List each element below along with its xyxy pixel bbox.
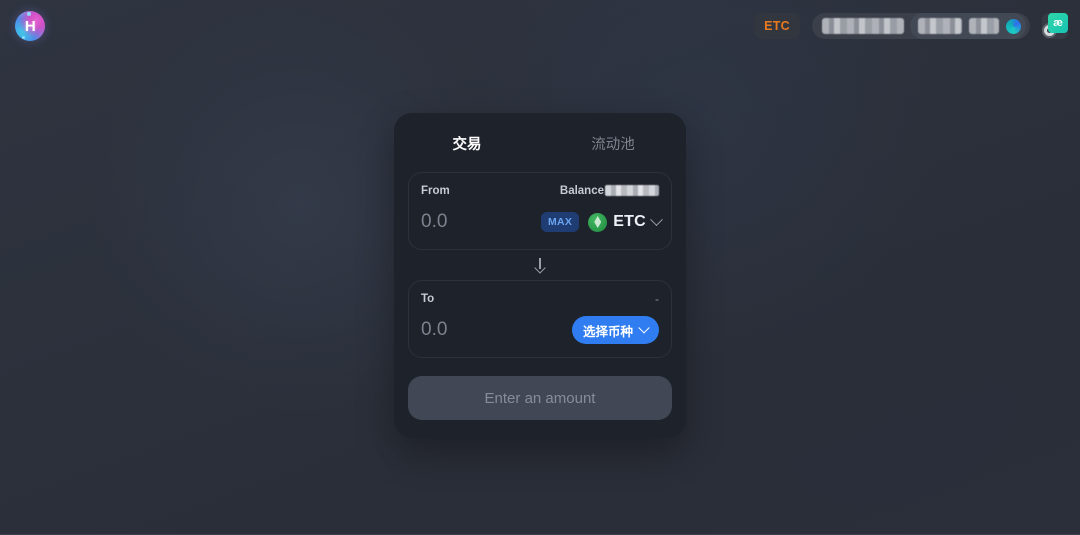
chevron-down-icon: [638, 322, 650, 334]
from-token-selector[interactable]: ETC: [588, 212, 663, 232]
to-field-body: 选择币种: [421, 315, 659, 345]
wallet-balance-secondary-redacted: [969, 18, 999, 34]
top-bar: H ETC æ: [0, 0, 1080, 52]
logo-letter: H: [24, 17, 36, 35]
logo-blip-bottom: [22, 36, 25, 39]
wallet-balance-redacted: [918, 18, 962, 34]
logo-blip-top: [27, 12, 31, 16]
from-controls: MAX ETC: [541, 212, 663, 232]
from-field-body: MAX ETC: [421, 207, 663, 237]
app-logo-icon[interactable]: H: [15, 11, 45, 41]
extension-glyph: æ: [1048, 13, 1068, 33]
to-field-header: To -: [421, 291, 659, 306]
wallet-balance-group[interactable]: [910, 13, 1026, 39]
max-button[interactable]: MAX: [541, 212, 580, 232]
arrow-down-icon[interactable]: [533, 258, 547, 272]
to-field: To - 选择币种: [408, 280, 672, 358]
etc-token-icon: [588, 212, 608, 232]
from-balance: Balance: [560, 185, 659, 197]
balance-value-redacted: [605, 185, 659, 196]
wallet-address-redacted: [822, 18, 904, 34]
select-token-button[interactable]: 选择币种: [571, 316, 659, 344]
from-field-header: From Balance: [421, 183, 659, 198]
to-rate-value: -: [655, 291, 659, 306]
from-label: From: [421, 184, 450, 197]
from-token-symbol: ETC: [613, 213, 646, 230]
to-amount-input[interactable]: [421, 319, 541, 341]
enter-amount-button[interactable]: Enter an amount: [408, 376, 672, 420]
from-amount-input[interactable]: [421, 211, 541, 233]
balance-label: Balance: [559, 184, 604, 197]
card-tabs: 交易 流动池: [394, 113, 686, 172]
to-label: To: [421, 292, 435, 305]
browser-extension-icon[interactable]: æ: [1042, 13, 1068, 39]
wallet-avatar: [1006, 18, 1021, 34]
network-badge[interactable]: ETC: [754, 13, 800, 39]
tab-swap[interactable]: 交易: [394, 129, 540, 160]
select-token-label: 选择币种: [582, 324, 633, 339]
from-field: From Balance MAX ETC: [408, 172, 672, 250]
swap-card: 交易 流动池 From Balance MAX ETC: [394, 113, 686, 438]
swap-direction-row: [394, 250, 686, 280]
wallet-pill[interactable]: [812, 13, 1030, 39]
tab-liquidity-pool[interactable]: 流动池: [540, 129, 686, 160]
app-root: H ETC æ 交易 流动池 From Balance 0.0 MAX ETC …: [0, 0, 1080, 535]
chevron-down-icon: [649, 212, 663, 226]
